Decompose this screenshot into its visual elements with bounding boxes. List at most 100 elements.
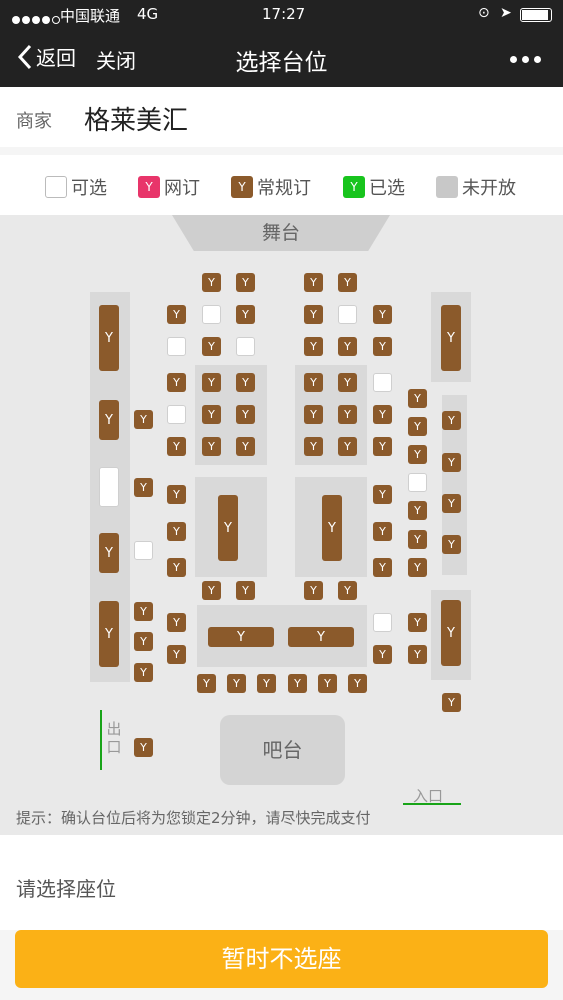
nav-bar: 返回 关闭 选择台位 xyxy=(0,30,563,87)
booth-table[interactable]: Y xyxy=(288,627,354,647)
legend-available-label: 可选 xyxy=(71,178,107,199)
booth-table[interactable]: Y xyxy=(99,533,119,573)
seat[interactable]: Y xyxy=(373,305,392,324)
seat[interactable] xyxy=(373,373,392,392)
legend-regular-label: 常规订 xyxy=(257,178,311,199)
seat[interactable] xyxy=(338,305,357,324)
seat[interactable]: Y xyxy=(373,405,392,424)
seat[interactable]: Y xyxy=(257,674,276,693)
seat[interactable]: Y xyxy=(408,501,427,520)
seat[interactable]: Y xyxy=(373,337,392,356)
seat[interactable]: Y xyxy=(408,389,427,408)
seat[interactable]: Y xyxy=(338,437,357,456)
seat[interactable]: Y xyxy=(288,674,307,693)
seat[interactable]: Y xyxy=(442,453,461,472)
seat[interactable]: Y xyxy=(338,405,357,424)
seat[interactable]: Y xyxy=(373,558,392,577)
seat[interactable]: Y xyxy=(167,645,186,664)
seat[interactable]: Y xyxy=(236,581,255,600)
seat[interactable] xyxy=(373,613,392,632)
seat[interactable]: Y xyxy=(338,373,357,392)
seat[interactable]: Y xyxy=(318,674,337,693)
choose-seat-prompt: 请选择座位 xyxy=(16,877,116,901)
seat[interactable]: Y xyxy=(442,693,461,712)
merchant-row: 商家 格莱美汇 xyxy=(0,87,563,147)
booth-table[interactable]: Y xyxy=(208,627,274,647)
seat[interactable] xyxy=(167,337,186,356)
seat[interactable]: Y xyxy=(134,602,153,621)
booth-table[interactable]: Y xyxy=(322,495,342,561)
seat[interactable]: Y xyxy=(373,437,392,456)
booth-table[interactable]: Y xyxy=(441,305,461,371)
seat[interactable]: Y xyxy=(373,645,392,664)
seat[interactable]: Y xyxy=(167,558,186,577)
booth-table[interactable]: Y xyxy=(99,305,119,371)
legend-regular: Y 常规订 xyxy=(231,174,311,200)
seat[interactable]: Y xyxy=(202,581,221,600)
seat[interactable]: Y xyxy=(202,373,221,392)
seat[interactable]: Y xyxy=(227,674,246,693)
seat[interactable]: Y xyxy=(304,581,323,600)
seat[interactable]: Y xyxy=(408,613,427,632)
cocktail-glass-icon: Y xyxy=(138,176,160,198)
seat[interactable]: Y xyxy=(304,337,323,356)
seat[interactable]: Y xyxy=(373,485,392,504)
seat[interactable] xyxy=(236,337,255,356)
seat[interactable]: Y xyxy=(134,738,153,757)
seat[interactable] xyxy=(202,305,221,324)
seat[interactable]: Y xyxy=(408,558,427,577)
seat[interactable]: Y xyxy=(348,674,367,693)
seat[interactable]: Y xyxy=(167,437,186,456)
seat[interactable]: Y xyxy=(373,522,392,541)
seat[interactable]: Y xyxy=(304,405,323,424)
seat[interactable]: Y xyxy=(202,337,221,356)
seat[interactable]: Y xyxy=(167,522,186,541)
seat[interactable]: Y xyxy=(167,613,186,632)
seat[interactable]: Y xyxy=(167,485,186,504)
seat[interactable]: Y xyxy=(236,405,255,424)
seat[interactable]: Y xyxy=(134,663,153,682)
seat[interactable] xyxy=(167,405,186,424)
seat[interactable]: Y xyxy=(304,305,323,324)
seat[interactable]: Y xyxy=(134,478,153,497)
skip-seat-button[interactable]: 暂时不选座 xyxy=(15,930,548,988)
signal-dots-icon xyxy=(12,10,62,28)
merchant-label: 商家 xyxy=(16,111,52,132)
booth-table[interactable]: Y xyxy=(441,600,461,666)
seat[interactable]: Y xyxy=(202,405,221,424)
seat[interactable] xyxy=(408,473,427,492)
seat[interactable]: Y xyxy=(338,581,357,600)
seat[interactable]: Y xyxy=(236,373,255,392)
seat[interactable]: Y xyxy=(202,437,221,456)
seat[interactable]: Y xyxy=(202,273,221,292)
seat[interactable]: Y xyxy=(167,373,186,392)
seat[interactable]: Y xyxy=(338,337,357,356)
seat[interactable]: Y xyxy=(236,437,255,456)
seat[interactable]: Y xyxy=(236,305,255,324)
seat[interactable]: Y xyxy=(338,273,357,292)
seat[interactable]: Y xyxy=(408,445,427,464)
seat[interactable]: Y xyxy=(304,373,323,392)
legend-online: Y 网订 xyxy=(138,174,200,200)
booth-table[interactable]: Y xyxy=(99,400,119,440)
booth-table[interactable]: Y xyxy=(99,601,119,667)
booth-table[interactable]: Y xyxy=(218,495,238,561)
seat[interactable]: Y xyxy=(236,273,255,292)
seat[interactable]: Y xyxy=(167,305,186,324)
seat[interactable]: Y xyxy=(304,437,323,456)
seat[interactable]: Y xyxy=(442,535,461,554)
more-icon[interactable] xyxy=(510,56,541,63)
seat[interactable]: Y xyxy=(134,632,153,651)
booth-table[interactable] xyxy=(99,467,119,507)
seat[interactable]: Y xyxy=(442,494,461,513)
seat[interactable]: Y xyxy=(197,674,216,693)
seat[interactable]: Y xyxy=(408,417,427,436)
seat[interactable]: Y xyxy=(134,410,153,429)
seat[interactable]: Y xyxy=(304,273,323,292)
seat[interactable]: Y xyxy=(408,530,427,549)
seat[interactable]: Y xyxy=(442,411,461,430)
seat[interactable]: Y xyxy=(408,645,427,664)
merchant-name: 格莱美汇 xyxy=(84,106,189,136)
seat[interactable] xyxy=(134,541,153,560)
page-title: 选择台位 xyxy=(235,50,328,76)
